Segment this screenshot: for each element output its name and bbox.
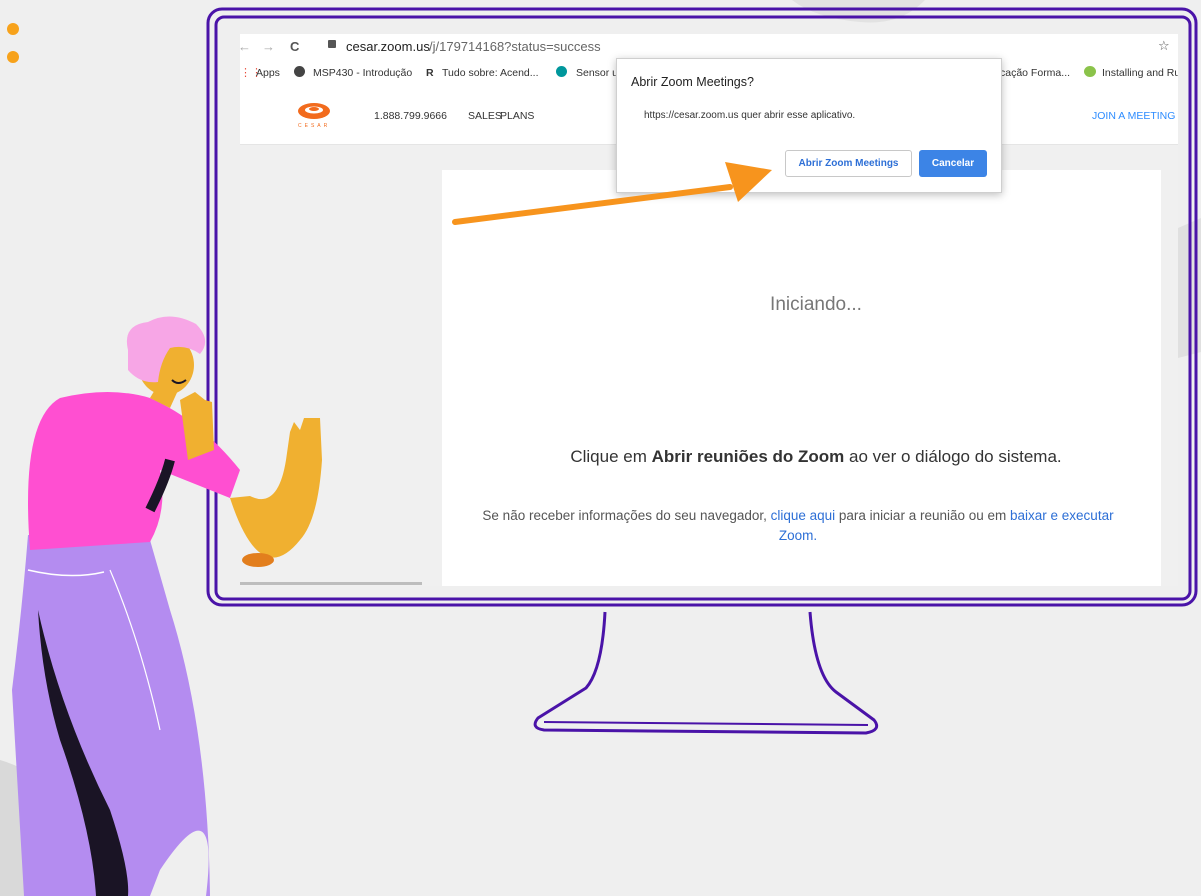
help-text: Se não receber informações do seu navega…: [437, 506, 1159, 546]
monitor-stand: [533, 611, 879, 735]
person-illustration: [12, 316, 322, 896]
phone-number[interactable]: 1.888.799.9666: [374, 110, 447, 122]
decorative-dot: [7, 23, 19, 35]
help-pre: Se não receber informações do seu navega…: [482, 508, 771, 523]
help-mid: para iniciar a reunião ou em: [835, 508, 1011, 523]
cancel-button[interactable]: Cancelar: [919, 150, 987, 177]
bookmark-r-icon: R: [426, 67, 434, 79]
arrow-pointer-icon: [452, 162, 772, 225]
globe-icon: [294, 66, 305, 77]
bookmark-arduino-icon: [556, 66, 567, 77]
nav-plans[interactable]: PLANS: [500, 110, 534, 122]
zoom-link[interactable]: Zoom: [779, 528, 814, 543]
download-link[interactable]: baixar e executar: [1010, 508, 1114, 523]
reload-icon[interactable]: C: [290, 39, 299, 54]
click-here-link[interactable]: clique aqui: [771, 508, 836, 523]
open-zoom-button[interactable]: Abrir Zoom Meetings: [785, 150, 912, 177]
back-icon[interactable]: ←: [240, 39, 251, 54]
bookmark-people-icon: [1084, 66, 1096, 77]
dialog-message: https://cesar.zoom.us quer abrir esse ap…: [644, 110, 856, 121]
dialog-title: Abrir Zoom Meetings?: [631, 75, 754, 89]
cesar-logo-icon[interactable]: [297, 102, 331, 120]
url-host[interactable]: cesar.zoom.us: [346, 39, 430, 54]
instruction-post: ao ver o diálogo do sistema.: [844, 447, 1062, 466]
bookmark-sensor[interactable]: Sensor u: [576, 67, 618, 79]
logo-text: CESAR: [298, 123, 331, 129]
help-end: .: [813, 528, 818, 543]
url-path[interactable]: /j/179714168?status=success: [429, 39, 601, 54]
forward-icon[interactable]: →: [262, 39, 275, 54]
bookmark-apps[interactable]: Apps: [256, 67, 280, 79]
bookmark-tudo-sobre[interactable]: Tudo sobre: Acend...: [442, 67, 539, 79]
join-meeting-link[interactable]: JOIN A MEETING: [1092, 110, 1175, 122]
decorative-dot: [7, 51, 19, 63]
bookmark-msp430[interactable]: MSP430 - Introdução: [313, 67, 412, 79]
instruction-bold: Abrir reuniões do Zoom: [651, 447, 845, 466]
address-bar: ← → C cesar.zoom.us /j/179714168?status=…: [240, 34, 1178, 60]
star-icon[interactable]: ☆: [1158, 38, 1170, 54]
lock-icon: [328, 40, 336, 48]
status-text: Iniciando...: [770, 294, 862, 315]
instruction-pre: Clique em: [570, 447, 652, 466]
instruction-text: Clique em Abrir reuniões do Zoom ao ver …: [442, 447, 1178, 467]
nav-sales[interactable]: SALES: [468, 110, 502, 122]
bookmark-installing[interactable]: Installing and Ru: [1102, 67, 1178, 79]
browser-window: ← → C cesar.zoom.us /j/179714168?status=…: [240, 34, 1178, 586]
bookmark-formacao[interactable]: cação Forma...: [1000, 67, 1070, 79]
